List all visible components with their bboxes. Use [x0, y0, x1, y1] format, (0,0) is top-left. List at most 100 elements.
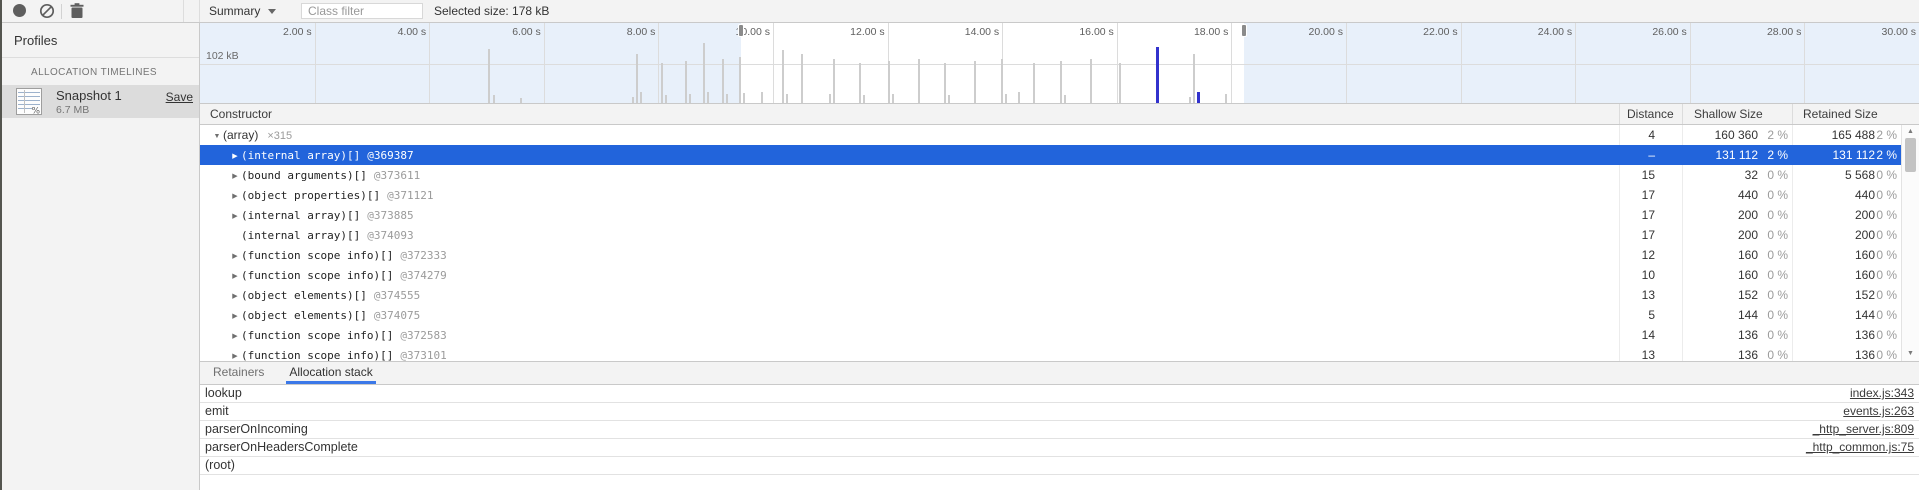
- allocation-bar: [1189, 97, 1191, 103]
- ruler-tick-label: 14.00 s: [965, 26, 999, 38]
- retained-size-percent: 2 %: [1875, 145, 1901, 165]
- ruler-tick: 26.00 s: [1690, 23, 1691, 103]
- constructor-name: (array): [223, 128, 258, 142]
- table-row[interactable]: ▶(function scope info)[]@372333121600 %1…: [200, 245, 1901, 265]
- heap-snapshot-icon: %: [16, 88, 42, 115]
- constructor-name: (function scope info)[]: [241, 329, 393, 342]
- expand-icon[interactable]: ▶: [229, 247, 241, 265]
- column-header-distance[interactable]: Distance: [1620, 104, 1683, 124]
- table-row[interactable]: (internal array)[]@374093172000 %2000 %: [200, 225, 1901, 245]
- expand-icon[interactable]: ▶: [229, 347, 241, 361]
- allocation-bar: [974, 61, 976, 103]
- allocation-bar: [685, 61, 687, 103]
- ruler-tick: 20.00 s: [1346, 23, 1347, 103]
- clear-profiles-button[interactable]: [36, 0, 58, 22]
- column-header-constructor[interactable]: Constructor: [200, 104, 1620, 124]
- retained-size-percent: 0 %: [1875, 305, 1901, 325]
- ruler-tick-label: 12.00 s: [850, 26, 884, 38]
- scroll-up-icon[interactable]: ▲: [1902, 126, 1919, 138]
- grid-scrollbar[interactable]: ▲ ▼: [1901, 125, 1919, 361]
- detail-tabs: Retainers Allocation stack: [200, 361, 1919, 385]
- table-row[interactable]: ▶(function scope info)[]@372583141360 %1…: [200, 325, 1901, 345]
- selection-handle-left[interactable]: [738, 24, 744, 37]
- object-id: @374093: [367, 229, 413, 242]
- source-location-link[interactable]: _http_common.js:75: [1806, 439, 1914, 456]
- distance-value: 13: [1620, 345, 1683, 361]
- expand-icon[interactable]: ▶: [229, 187, 241, 205]
- allocation-bar: [944, 63, 946, 103]
- ruler-tick-label: 22.00 s: [1423, 26, 1457, 38]
- expand-icon[interactable]: ▶: [229, 327, 241, 345]
- ruler-tick: 18.00 s: [1231, 23, 1232, 103]
- table-row[interactable]: ▶(object properties)[]@371121174400 %440…: [200, 185, 1901, 205]
- table-row[interactable]: ▶(object elements)[]@374555131520 %1520 …: [200, 285, 1901, 305]
- shallow-size-value: 131 112: [1683, 145, 1758, 165]
- expand-icon[interactable]: ▶: [229, 167, 241, 185]
- retained-size-value: 144: [1793, 305, 1875, 325]
- allocation-bar: [665, 95, 667, 103]
- column-header-shallow-size[interactable]: Shallow Size: [1683, 104, 1793, 124]
- distance-value: 10: [1620, 265, 1683, 285]
- perspective-select[interactable]: Summary: [205, 0, 278, 22]
- allocation-bar: [488, 49, 490, 103]
- retained-size-value: 160: [1793, 245, 1875, 265]
- distance-value: 17: [1620, 205, 1683, 225]
- stack-function-name: parserOnIncoming: [205, 421, 308, 438]
- source-location-link[interactable]: index.js:343: [1850, 385, 1914, 402]
- scrollbar-thumb[interactable]: [1905, 138, 1916, 172]
- stack-frame-row[interactable]: parserOnIncoming _http_server.js:809: [200, 421, 1919, 439]
- stack-frame-row[interactable]: parserOnHeadersComplete_http_common.js:7…: [200, 439, 1919, 457]
- retained-size-value: 200: [1793, 225, 1875, 245]
- constructor-name: (object properties)[]: [241, 189, 380, 202]
- source-location-link[interactable]: events.js:263: [1843, 403, 1914, 420]
- table-row[interactable]: ▶(function scope info)[]@374279101600 %1…: [200, 265, 1901, 285]
- table-row[interactable]: ▶(function scope info)[]@373101131360 %1…: [200, 345, 1901, 361]
- table-row[interactable]: ▶(object elements)[]@37407551440 %1440 %: [200, 305, 1901, 325]
- save-snapshot-link[interactable]: Save: [166, 90, 193, 104]
- allocation-bar: [640, 92, 642, 103]
- sidebar-item-snapshot-1[interactable]: % Snapshot 1 6.7 MB Save: [0, 85, 199, 118]
- shallow-size-percent: 0 %: [1758, 325, 1792, 345]
- shallow-size-percent: 0 %: [1758, 185, 1792, 205]
- memory-scale-label: 102 kB: [206, 50, 239, 62]
- distance-value: 15: [1620, 165, 1683, 185]
- shallow-size-percent: 0 %: [1758, 225, 1792, 245]
- stack-frame-row[interactable]: emit events.js:263: [200, 403, 1919, 421]
- class-filter-input[interactable]: [301, 3, 423, 19]
- stack-frame-row[interactable]: (root): [200, 457, 1919, 475]
- column-header-retained-size[interactable]: Retained Size: [1793, 104, 1901, 124]
- expand-icon[interactable]: ▶: [229, 147, 241, 165]
- expand-icon[interactable]: ▶: [229, 267, 241, 285]
- expand-icon[interactable]: ▶: [229, 207, 241, 225]
- scroll-down-icon[interactable]: ▼: [1902, 348, 1919, 360]
- collapse-icon[interactable]: ▼: [211, 127, 223, 145]
- tab-allocation-stack[interactable]: Allocation stack: [286, 362, 375, 384]
- distance-value: –: [1620, 145, 1683, 165]
- allocation-timeline-overview[interactable]: 2.00 s4.00 s6.00 s8.00 s10.00 s12.00 s14…: [200, 23, 1919, 104]
- ruler-tick: 24.00 s: [1575, 23, 1576, 103]
- shallow-size-value: 152: [1683, 285, 1758, 305]
- allocation-bar: [743, 93, 745, 103]
- table-row[interactable]: ▼(array)×3154160 3602 %165 4882 %: [200, 125, 1901, 145]
- stack-function-name: emit: [205, 403, 229, 420]
- stack-frame-row[interactable]: lookup index.js:343: [200, 385, 1919, 403]
- stack-function-name: lookup: [205, 385, 242, 402]
- object-id: @372333: [400, 249, 446, 262]
- trash-icon: [70, 3, 84, 19]
- window-edge: [0, 0, 2, 490]
- table-row[interactable]: ▶(bound arguments)[]@37361115320 %5 5680…: [200, 165, 1901, 185]
- record-button[interactable]: [9, 0, 31, 22]
- retained-size-percent: 0 %: [1875, 285, 1901, 305]
- delete-profile-button[interactable]: [66, 0, 88, 22]
- retained-size-value: 131 112: [1793, 145, 1875, 165]
- table-row[interactable]: ▶(internal array)[]@369387–131 1122 %131…: [200, 145, 1901, 165]
- allocation-bar: [829, 94, 831, 103]
- chevron-down-icon: [268, 9, 276, 14]
- selection-handle-right[interactable]: [1241, 24, 1247, 37]
- table-row[interactable]: ▶(internal array)[]@373885172000 %2000 %: [200, 205, 1901, 225]
- expand-icon[interactable]: ▶: [229, 287, 241, 305]
- tab-retainers[interactable]: Retainers: [210, 362, 267, 384]
- expand-icon[interactable]: ▶: [229, 307, 241, 325]
- source-location-link[interactable]: _http_server.js:809: [1813, 421, 1914, 438]
- shallow-size-value: 136: [1683, 325, 1758, 345]
